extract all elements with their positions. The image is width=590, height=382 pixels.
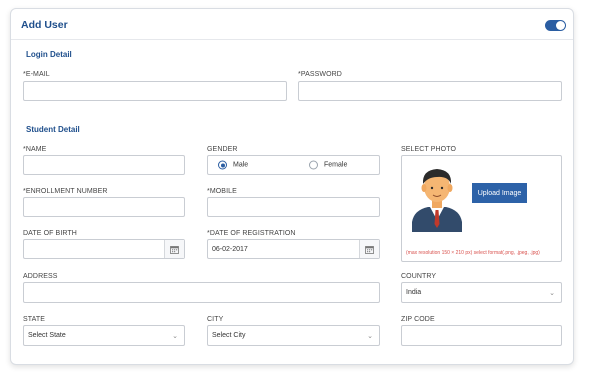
gender-radio-group: Male Female — [207, 155, 380, 175]
gender-male-radio[interactable]: Male — [218, 160, 249, 170]
country-select[interactable]: India ⌄ — [401, 282, 562, 303]
country-label: COUNTRY — [401, 273, 437, 280]
registration-value: 06-02-2017 — [212, 245, 248, 253]
photo-hint: (max resolution 150 × 210 px) select for… — [406, 250, 540, 256]
name-field[interactable] — [23, 155, 185, 175]
city-select[interactable]: Select City ⌄ — [207, 325, 380, 346]
state-value: Select State — [28, 332, 66, 339]
city-label: CITY — [207, 316, 224, 323]
zip-field[interactable] — [401, 325, 562, 346]
radio-unselected-icon — [309, 160, 318, 170]
dob-label: DATE OF BIRTH — [23, 230, 77, 237]
card-header: Add User — [11, 9, 573, 40]
state-select[interactable]: Select State ⌄ — [23, 325, 185, 346]
email-label: *E-MAIL — [23, 71, 50, 78]
enrollment-field[interactable] — [23, 197, 185, 217]
chevron-down-icon: ⌄ — [172, 332, 178, 340]
address-field[interactable] — [23, 282, 380, 303]
zip-label: ZIP CODE — [401, 316, 435, 323]
city-value: Select City — [212, 332, 246, 339]
upload-image-button[interactable]: Upload Image — [472, 183, 527, 203]
photo-label: SELECT PHOTO — [401, 146, 457, 153]
registration-date-field[interactable]: 06-02-2017 — [207, 239, 380, 259]
address-label: ADDRESS — [23, 273, 58, 280]
state-label: STATE — [23, 316, 46, 323]
login-section-title: Login Detail — [26, 50, 72, 59]
email-field[interactable] — [23, 81, 287, 101]
gender-female-label: Female — [324, 161, 348, 169]
status-toggle[interactable] — [545, 20, 566, 31]
country-value: India — [406, 289, 422, 296]
calendar-icon[interactable] — [164, 240, 184, 258]
photo-box: Upload Image (max resolution 150 × 210 p… — [401, 155, 562, 262]
user-avatar-icon — [408, 162, 466, 232]
radio-selected-icon — [218, 160, 227, 170]
gender-label: GENDER — [207, 146, 238, 153]
gender-male-label: Male — [233, 161, 249, 169]
chevron-down-icon: ⌄ — [367, 332, 373, 340]
mobile-label: *MOBILE — [207, 188, 237, 195]
add-user-card: Add User Login Detail *E-MAIL *PASSWORD … — [10, 8, 574, 365]
name-label: *NAME — [23, 146, 47, 153]
dob-field[interactable] — [23, 239, 185, 259]
password-field[interactable] — [298, 81, 562, 101]
page-title: Add User — [21, 19, 68, 31]
toggle-knob — [556, 21, 565, 30]
password-label: *PASSWORD — [298, 71, 342, 78]
mobile-field[interactable] — [207, 197, 380, 217]
registration-label: *DATE OF REGISTRATION — [207, 230, 296, 237]
calendar-icon[interactable] — [359, 240, 379, 258]
chevron-down-icon: ⌄ — [549, 289, 555, 297]
gender-female-radio[interactable]: Female — [309, 160, 348, 170]
enrollment-label: *ENROLLMENT NUMBER — [23, 188, 108, 195]
student-section-title: Student Detail — [26, 125, 80, 134]
